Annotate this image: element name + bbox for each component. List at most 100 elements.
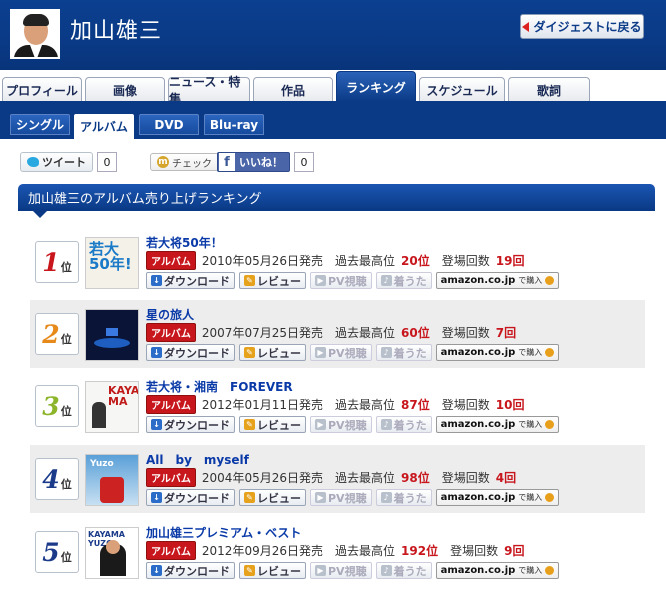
amazon-buy-button[interactable]: amazon.co.jp で購入 bbox=[435, 416, 560, 433]
download-button[interactable]: ↓ ダウンロード bbox=[146, 489, 235, 506]
album-cover[interactable] bbox=[85, 309, 139, 361]
rank-number: 2 bbox=[42, 320, 60, 349]
peak-label: 過去最高位 bbox=[335, 397, 396, 412]
peak-rank: 98位 bbox=[401, 470, 430, 485]
album-title-link[interactable]: All by myself bbox=[146, 451, 249, 468]
review-icon: ✎ bbox=[244, 347, 255, 358]
album-title-link[interactable]: 若大将50年！ bbox=[146, 234, 223, 251]
subtab-bluray[interactable]: Blu-ray bbox=[204, 114, 264, 135]
subtab-dvd[interactable]: DVD bbox=[139, 114, 199, 135]
facebook-like-button[interactable]: f いいね！ bbox=[217, 152, 290, 172]
download-button[interactable]: ↓ ダウンロード bbox=[146, 416, 235, 433]
peak-rank: 20位 bbox=[401, 253, 430, 268]
review-button[interactable]: ✎ レビュー bbox=[239, 272, 306, 289]
check-label: チェック bbox=[172, 158, 212, 170]
appearance-count: 4回 bbox=[495, 470, 517, 485]
rank-number: 3 bbox=[42, 392, 60, 421]
amazon-buy-label: で購入 bbox=[518, 493, 543, 502]
album-title-link[interactable]: 星の旅人 bbox=[146, 306, 194, 323]
rank-box: 3位 bbox=[35, 385, 79, 427]
album-meta: アルバム 2012年01月11日 発売 過去最高位 87位 登場回数 10回 bbox=[146, 394, 525, 414]
review-button[interactable]: ✎ レビュー bbox=[239, 344, 306, 361]
amazon-buy-button[interactable]: amazon.co.jp で購入 bbox=[435, 344, 560, 361]
artist-name: 加山雄三 bbox=[70, 19, 163, 44]
pv-button: ▶ PV視聴 bbox=[310, 272, 372, 289]
amazon-buy-button[interactable]: amazon.co.jp で購入 bbox=[435, 562, 560, 579]
release-suffix: 発売 bbox=[299, 470, 324, 485]
chaku-label: 着うた bbox=[393, 418, 427, 432]
rank-box: 1位 bbox=[35, 241, 79, 283]
peak-label: 過去最高位 bbox=[335, 543, 396, 558]
pv-label: PV視聴 bbox=[328, 346, 367, 360]
mixi-check-button[interactable]: m チェック bbox=[150, 153, 219, 171]
appearance-label: 登場回数 bbox=[441, 253, 490, 268]
album-title-link[interactable]: 加山雄三プレミアム・ベスト bbox=[146, 524, 301, 541]
download-button[interactable]: ↓ ダウンロード bbox=[146, 272, 235, 289]
tab-ranking[interactable]: ランキング bbox=[336, 71, 416, 102]
album-meta: アルバム 2004年05月26日 発売 過去最高位 98位 登場回数 4回 bbox=[146, 467, 517, 487]
review-icon: ✎ bbox=[244, 275, 255, 286]
facebook-icon: f bbox=[219, 153, 235, 171]
album-meta: アルバム 2007年07月25日 発売 過去最高位 60位 登場回数 7回 bbox=[146, 322, 517, 342]
cart-icon bbox=[545, 566, 555, 575]
review-button[interactable]: ✎ レビュー bbox=[239, 416, 306, 433]
tab-profile[interactable]: プロフィール bbox=[2, 77, 82, 102]
amazon-label: amazon.co.jp bbox=[440, 419, 516, 430]
tweet-button[interactable]: ツイート bbox=[20, 152, 93, 172]
ranking-row: 2 位 星の旅人 アルバム 2007年07月25日 発売 過去最高位 60位 登場回数 7回 ↓ ダウ… bbox=[30, 300, 645, 368]
tab-lyrics[interactable]: 歌詞 bbox=[508, 77, 590, 102]
tab-images[interactable]: 画像 bbox=[85, 77, 165, 102]
subtab-single[interactable]: シングル bbox=[10, 114, 70, 135]
amazon-buy-label: で購入 bbox=[518, 420, 543, 429]
amazon-buy-label: で購入 bbox=[518, 348, 543, 357]
release-date: 2004年05月26日 bbox=[201, 470, 299, 485]
amazon-buy-button[interactable]: amazon.co.jp で購入 bbox=[435, 489, 560, 506]
download-button[interactable]: ↓ ダウンロード bbox=[146, 562, 235, 579]
appearance-count: 7回 bbox=[495, 325, 517, 340]
pv-icon: ▶ bbox=[315, 565, 326, 576]
download-label: ダウンロード bbox=[164, 418, 230, 432]
tab-works[interactable]: 作品 bbox=[253, 77, 333, 102]
chaku-uta-button: ♪ 着うた bbox=[375, 489, 432, 506]
chaku-label: 着うた bbox=[393, 491, 427, 505]
release-suffix: 発売 bbox=[299, 325, 324, 340]
album-title-link[interactable]: 若大将・湘南 FOREVER bbox=[146, 378, 293, 395]
release-date: 2010年05月26日 bbox=[201, 253, 299, 268]
subtab-album[interactable]: アルバム bbox=[74, 114, 134, 139]
cart-icon bbox=[545, 348, 555, 357]
review-button[interactable]: ✎ レビュー bbox=[239, 489, 306, 506]
download-button[interactable]: ↓ ダウンロード bbox=[146, 344, 235, 361]
twitter-bird-icon bbox=[27, 157, 39, 167]
album-cover[interactable]: Yuzo bbox=[85, 454, 139, 506]
amazon-buy-label: で購入 bbox=[518, 566, 543, 575]
chaku-uta-button: ♪ 着うた bbox=[375, 344, 432, 361]
rank-suffix: 位 bbox=[60, 551, 72, 564]
back-to-digest-button[interactable]: ダイジェストに戻る bbox=[520, 14, 644, 39]
review-icon: ✎ bbox=[244, 419, 255, 430]
rank-number: 1 bbox=[42, 248, 60, 277]
album-meta: アルバム 2010年05月26日 発売 過去最高位 20位 登場回数 19回 bbox=[146, 250, 524, 270]
download-label: ダウンロード bbox=[164, 491, 230, 505]
artist-header: 加山雄三 ダイジェストに戻る bbox=[0, 0, 666, 70]
peak-rank: 192位 bbox=[401, 543, 439, 558]
download-icon: ↓ bbox=[151, 347, 162, 358]
tab-schedule[interactable]: スケジュール bbox=[419, 77, 505, 102]
music-note-icon: ♪ bbox=[380, 275, 392, 286]
album-cover[interactable]: KAYAMA YUZO bbox=[85, 527, 139, 579]
rank-suffix: 位 bbox=[60, 261, 72, 274]
album-cover[interactable]: KAYA MA bbox=[85, 381, 139, 433]
appearance-count: 10回 bbox=[495, 397, 525, 412]
album-badge: アルバム bbox=[146, 540, 196, 560]
album-meta: アルバム 2012年09月26日 発売 過去最高位 192位 登場回数 9回 bbox=[146, 540, 524, 560]
rank-suffix: 位 bbox=[60, 333, 72, 346]
review-label: レビュー bbox=[257, 274, 301, 288]
amazon-label: amazon.co.jp bbox=[440, 347, 516, 358]
amazon-buy-button[interactable]: amazon.co.jp で購入 bbox=[435, 272, 560, 289]
rank-box: 2位 bbox=[35, 313, 79, 355]
album-cover[interactable]: 若大 50年! bbox=[85, 237, 139, 289]
tab-news[interactable]: ニュース・特集 bbox=[168, 75, 250, 106]
section-divider bbox=[18, 210, 655, 211]
review-button[interactable]: ✎ レビュー bbox=[239, 562, 306, 579]
album-badge: アルバム bbox=[146, 394, 196, 414]
peak-label: 過去最高位 bbox=[335, 470, 396, 485]
